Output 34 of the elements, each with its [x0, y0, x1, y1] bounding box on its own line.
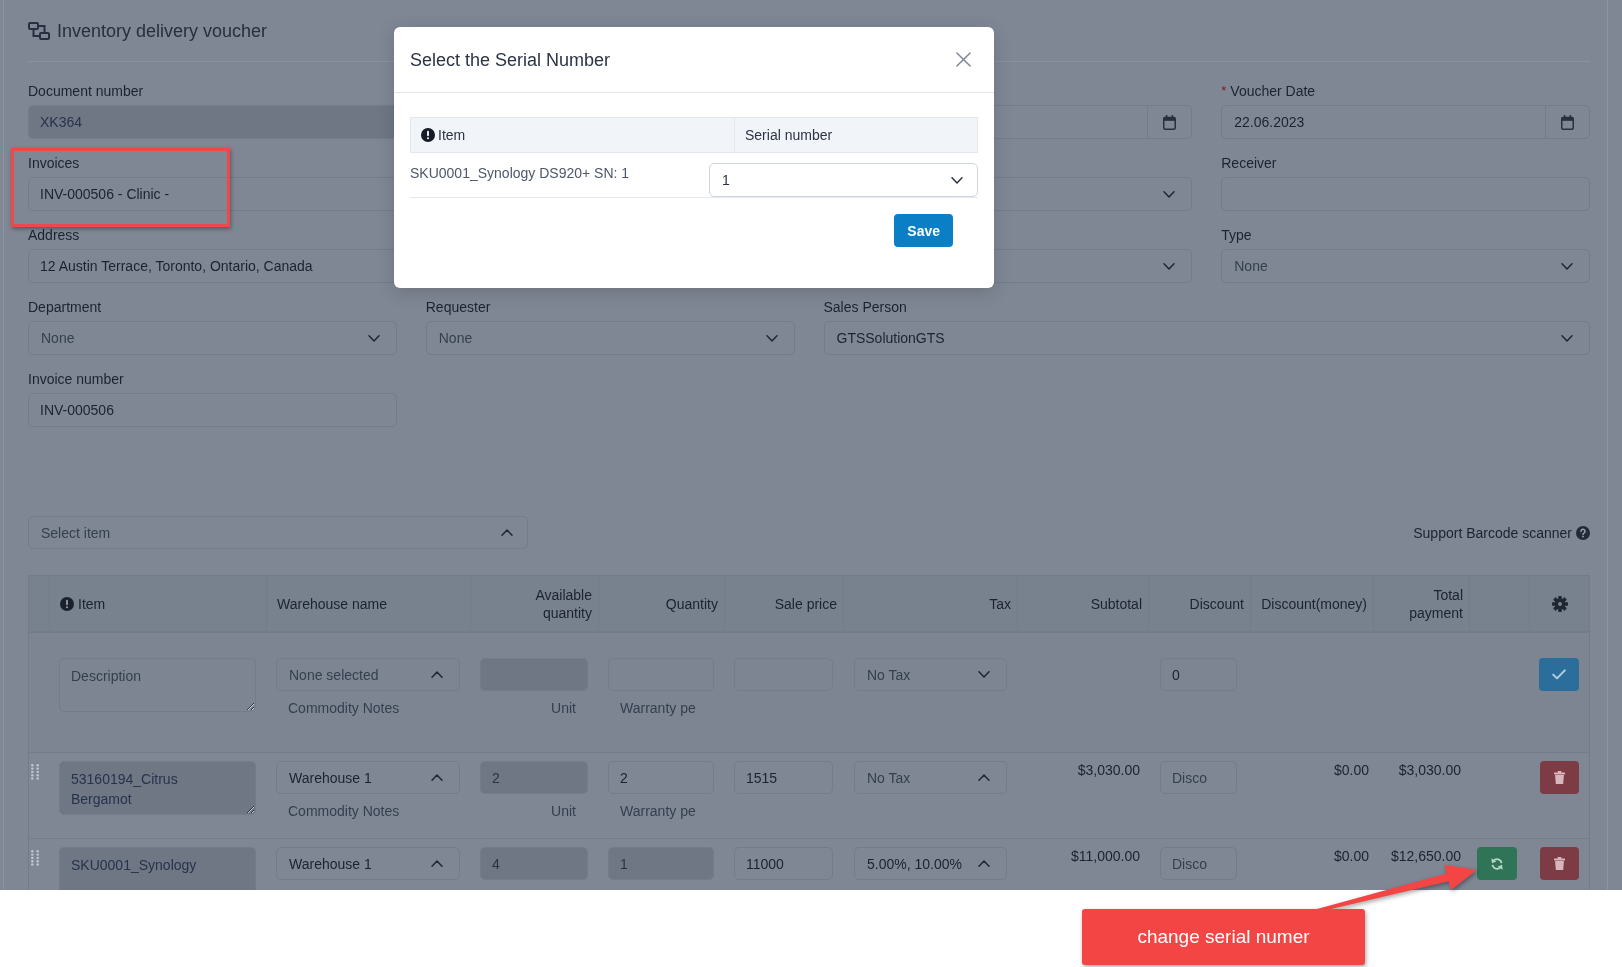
total-payment-text: $3,030.00	[1398, 762, 1461, 778]
discount-amount-text: $0.00	[1333, 848, 1369, 864]
field-label: Type	[1221, 226, 1252, 244]
field-label: Voucher Date	[1230, 82, 1316, 100]
column-header: Tax	[989, 594, 1011, 613]
field-label: Receiver	[1221, 154, 1277, 172]
field-label: Department	[28, 298, 102, 316]
column-header: Available quantity	[535, 585, 592, 622]
column-header: Quantity	[665, 594, 718, 613]
field-label: Invoice number	[28, 370, 124, 388]
callout-label: change serial numer	[1082, 909, 1365, 965]
column-header: Total payment	[1409, 585, 1463, 622]
barcode-hint-text: Support Barcode scanner	[1413, 523, 1572, 542]
column-header: Item	[438, 126, 466, 144]
field-label: Invoices	[28, 154, 80, 172]
required-mark: *	[1221, 82, 1227, 100]
subtotal-text: $11,000.00	[1070, 848, 1140, 864]
column-header: Discount	[1189, 594, 1244, 613]
column-header: Subtotal	[1090, 594, 1142, 613]
column-header: Warehouse name	[277, 594, 387, 613]
discount-amount-text: $0.00	[1333, 762, 1369, 778]
dialog-title: Select the Serial Number	[410, 48, 611, 71]
field-label: Document number	[28, 82, 144, 100]
column-header: Discount(money)	[1261, 594, 1367, 613]
subtotal-text: $3,030.00	[1077, 762, 1140, 778]
field-label: Sales Person	[823, 298, 907, 316]
total-payment-text: $12,650.00	[1390, 848, 1461, 864]
column-header: Serial number	[734, 118, 977, 152]
item-name-text: SKU0001_Synology DS920+ SN: 1	[410, 164, 631, 183]
field-label: Address	[28, 226, 80, 244]
column-header: Sale price	[774, 594, 837, 613]
page-title: Inventory delivery voucher	[57, 20, 268, 42]
column-header: Item	[78, 594, 106, 613]
field-label: Requester	[425, 298, 491, 316]
